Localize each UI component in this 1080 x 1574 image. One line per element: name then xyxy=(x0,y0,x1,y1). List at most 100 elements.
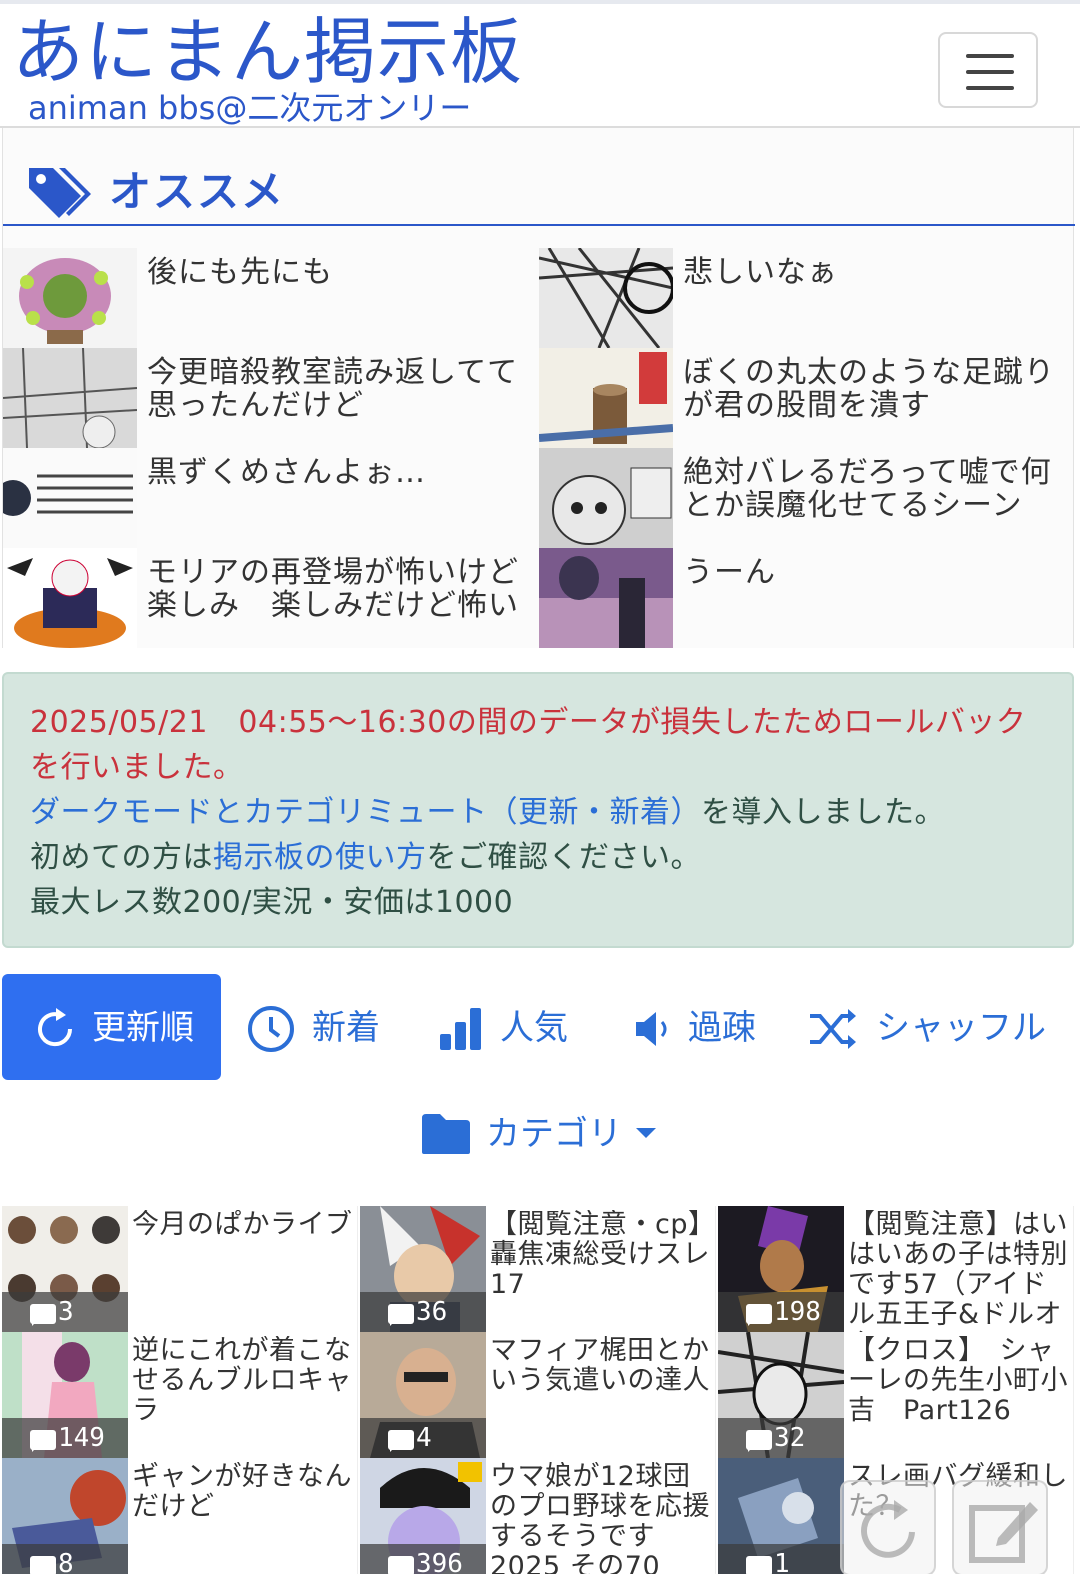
recommended-item-title[interactable]: 今更暗殺教室読み返してて思ったんだけど xyxy=(147,356,527,422)
thread-title[interactable]: 【閲覧注意】はいはいあの子は特別です57（アイドル五王子&ドルオタ xyxy=(848,1210,1070,1332)
thread-title[interactable]: ギャンが好きなんだけど xyxy=(132,1462,354,1574)
recommended-item-title[interactable]: 黒ずくめさんよぉ… xyxy=(147,456,527,489)
hamburger-icon xyxy=(966,54,1014,58)
recommended-item-title[interactable]: ぼくの丸太のような足蹴りが君の股間を潰す xyxy=(683,356,1063,422)
recommended-item-title[interactable]: モリアの再登場が怖いけど楽しみ 楽しみだけど怖い xyxy=(147,556,527,622)
reply-count: 1 xyxy=(718,1544,844,1574)
reply-count: 8 xyxy=(2,1544,128,1574)
tab-new-label: 新着 xyxy=(312,1008,380,1048)
notice-feature-line: ダークモードとカテゴリミュート（更新・新着）を導入しました。 xyxy=(30,790,1046,835)
hamburger-icon-bar xyxy=(966,70,1014,74)
recommended-section: オススメ 後にも先にも 悲しいなぁ 今更暗殺教室読み返してて思ったんだけど ぼく… xyxy=(2,128,1075,648)
comment-icon xyxy=(746,1304,772,1326)
thread-item[interactable]: 198 【閲覧注意】はいはいあの子は特別です57（アイドル五王子&ドルオタ xyxy=(718,1206,1074,1332)
notice-guide-post: をご確認ください。 xyxy=(426,840,701,875)
notice-darkmode-link[interactable]: ダークモードとカテゴリミュート（更新・新着） xyxy=(30,795,701,830)
thread-item[interactable]: 32 【クロス】 シャーレの先生小町小吉 Part126 xyxy=(718,1332,1074,1458)
tab-popular[interactable]: 人気 xyxy=(430,974,590,1080)
thread-thumbnail xyxy=(539,348,673,448)
recommended-item-title[interactable]: 絶対バレるだろって嘘で何とか誤魔化せてるシーン xyxy=(683,456,1063,522)
category-dropdown[interactable]: カテゴリ xyxy=(420,1106,670,1162)
recommended-item-title[interactable]: 後にも先にも xyxy=(147,256,527,289)
reply-count: 3 xyxy=(2,1292,128,1332)
recommended-item[interactable]: 黒ずくめさんよぉ… xyxy=(3,448,535,548)
sort-tabs: 更新順 新着 人気 過疎 シャッフル xyxy=(0,974,1080,1080)
hamburger-menu-button[interactable] xyxy=(938,32,1038,108)
comment-icon xyxy=(30,1304,56,1326)
notice-limit-text: 最大レス数200/実況・安価は1000 xyxy=(30,885,514,920)
thread-item[interactable]: 8 ギャンが好きなんだけど xyxy=(2,1458,358,1574)
thread-thumbnail xyxy=(3,548,137,648)
folder-icon xyxy=(422,1114,470,1154)
thread-item[interactable]: 149 逆にこれが着こなせるんブルロキャラ xyxy=(2,1332,358,1458)
comment-icon xyxy=(388,1556,414,1574)
recommended-item[interactable]: モリアの再登場が怖いけど楽しみ 楽しみだけど怖い xyxy=(3,548,535,648)
reply-count: 149 xyxy=(2,1418,128,1458)
floating-reload-button[interactable] xyxy=(840,1480,936,1574)
notice-feature-text: を導入しました。 xyxy=(701,795,945,830)
reload-icon xyxy=(861,1500,915,1558)
thread-thumbnail xyxy=(539,248,673,348)
tab-shuffle-label: シャッフル xyxy=(876,1008,1046,1048)
tab-sparse-label: 過疎 xyxy=(688,1008,756,1048)
floating-edit-button[interactable] xyxy=(952,1480,1048,1574)
site-notice: 2025/05/21 04:55〜16:30の間のデータが損失したためロールバッ… xyxy=(2,672,1074,948)
reply-count: 4 xyxy=(360,1418,486,1458)
site-header: あにまん掲示板 animan bbs@二次元オンリー xyxy=(0,0,1080,128)
site-logo-subtitle[interactable]: animan bbs@二次元オンリー xyxy=(28,88,471,128)
speaker-icon xyxy=(636,1012,667,1046)
tab-popular-label: 人気 xyxy=(500,1008,568,1048)
clock-icon xyxy=(248,1006,294,1052)
comment-icon xyxy=(30,1556,56,1574)
recommended-item[interactable]: うーん xyxy=(539,548,1071,648)
shuffle-icon xyxy=(810,1009,856,1049)
thread-thumbnail xyxy=(3,348,137,448)
hamburger-icon-bar xyxy=(966,86,1014,90)
thread-title[interactable]: 【閲覧注意・cp】轟焦凍総受けスレ17 xyxy=(490,1210,712,1332)
reply-count: 32 xyxy=(718,1418,844,1458)
refresh-icon xyxy=(38,1008,73,1047)
notice-guide-pre: 初めての方は xyxy=(30,840,213,875)
category-label: カテゴリ xyxy=(486,1114,622,1154)
thread-thumbnail xyxy=(539,448,673,548)
thread-thumbnail xyxy=(539,548,673,648)
tab-shuffle[interactable]: シャッフル xyxy=(804,974,1054,1080)
thread-item[interactable]: 36 【閲覧注意・cp】轟焦凍総受けスレ17 xyxy=(360,1206,716,1332)
edit-icon xyxy=(969,1502,1038,1563)
comment-icon xyxy=(746,1556,772,1574)
notice-guide-link[interactable]: 掲示板の使い方 xyxy=(213,840,427,875)
recommended-item-title[interactable]: 悲しいなぁ xyxy=(683,256,1063,289)
recommended-item[interactable]: ぼくの丸太のような足蹴りが君の股間を潰す xyxy=(539,348,1071,448)
thread-title[interactable]: 今月のぱかライブ xyxy=(132,1210,354,1332)
thread-item[interactable]: 3 今月のぱかライブ xyxy=(2,1206,358,1332)
reply-count: 198 xyxy=(718,1292,844,1332)
thread-thumbnail xyxy=(3,448,137,548)
reply-count: 36 xyxy=(360,1292,486,1332)
thread-item[interactable]: 396 ウマ娘が12球団のプロ野球を応援するそうです 2025 その70 xyxy=(360,1458,716,1574)
comment-icon xyxy=(388,1304,414,1326)
tab-sparse[interactable]: 過疎 xyxy=(620,974,780,1080)
tag-icon xyxy=(29,168,91,218)
thread-title[interactable]: マフィア梶田とかいう気遣いの達人 xyxy=(490,1336,712,1458)
thread-title[interactable]: ウマ娘が12球団のプロ野球を応援するそうです 2025 その70 xyxy=(490,1462,712,1574)
recommended-title: オススメ xyxy=(109,167,286,216)
comment-icon xyxy=(30,1430,56,1452)
tab-updated-label: 更新順 xyxy=(92,1008,194,1048)
thread-thumbnail xyxy=(3,248,137,348)
notice-guide-line: 初めての方は掲示板の使い方をご確認ください。 xyxy=(30,835,1046,880)
recommended-item[interactable]: 絶対バレるだろって嘘で何とか誤魔化せてるシーン xyxy=(539,448,1071,548)
tab-updated[interactable]: 更新順 xyxy=(2,974,221,1080)
tab-new[interactable]: 新着 xyxy=(240,974,400,1080)
reply-count: 396 xyxy=(360,1544,486,1574)
recommended-item[interactable]: 悲しいなぁ xyxy=(539,248,1071,348)
recommended-header: オススメ xyxy=(3,158,1075,226)
thread-item[interactable]: 4 マフィア梶田とかいう気遣いの達人 xyxy=(360,1332,716,1458)
recommended-item[interactable]: 後にも先にも xyxy=(3,248,535,348)
caret-down-icon xyxy=(636,1128,656,1138)
thread-title[interactable]: 【クロス】 シャーレの先生小町小吉 Part126 xyxy=(848,1336,1070,1458)
recommended-item[interactable]: 今更暗殺教室読み返してて思ったんだけど xyxy=(3,348,535,448)
comment-icon xyxy=(746,1430,772,1452)
thread-title[interactable]: 逆にこれが着こなせるんブルロキャラ xyxy=(132,1336,354,1458)
recommended-item-title[interactable]: うーん xyxy=(683,556,1063,589)
site-logo-title[interactable]: あにまん掲示板 xyxy=(12,10,523,94)
